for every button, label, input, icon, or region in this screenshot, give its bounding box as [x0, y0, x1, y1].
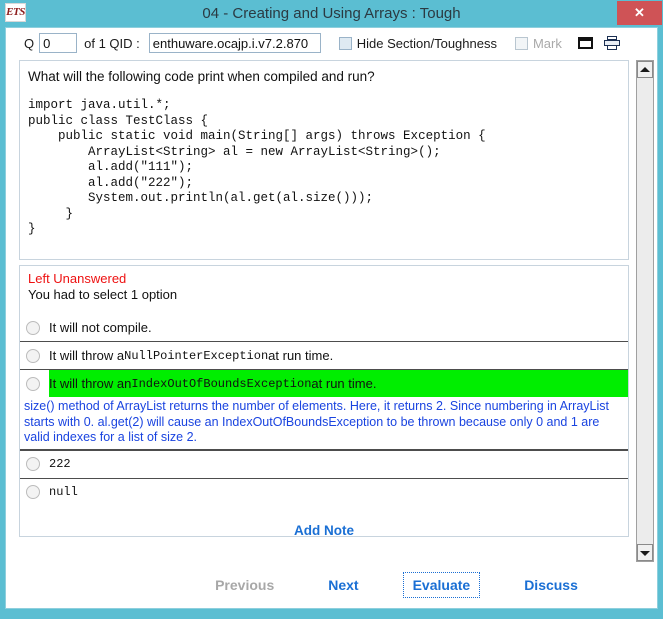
printer-icon[interactable]: [604, 36, 620, 51]
option-radio[interactable]: [26, 349, 40, 363]
option-row[interactable]: It will throw a NullPointerException at …: [20, 341, 628, 369]
navigation-bar: Previous Next Evaluate Discuss: [6, 562, 657, 608]
option-radio[interactable]: [26, 485, 40, 499]
checkbox-box[interactable]: [339, 37, 352, 50]
checkbox-box[interactable]: [515, 37, 528, 50]
option-label: 222: [49, 451, 628, 478]
options-list: It will not compile.It will throw a Null…: [20, 314, 628, 506]
client-area: Q of 1 QID : Hide Section/Toughness Mark: [5, 27, 658, 609]
option-label: null: [49, 479, 628, 506]
option-row[interactable]: It will throw an IndexOutOfBoundsExcepti…: [20, 369, 628, 397]
question-toolbar: Q of 1 QID : Hide Section/Toughness Mark: [6, 28, 657, 58]
status-badge: Left Unanswered: [28, 271, 620, 286]
result-status: Left Unanswered You had to select 1 opti…: [20, 266, 628, 314]
content-region: What will the following code print when …: [6, 58, 657, 608]
add-note-row: Add Note: [20, 506, 628, 550]
scroll-down-arrow-icon[interactable]: [637, 544, 653, 561]
application-window: ETS 04 - Creating and Using Arrays : Tou…: [0, 0, 663, 619]
printer-output: [607, 45, 617, 50]
code-snippet: import java.util.*; public class TestCla…: [28, 98, 618, 238]
question-number-input[interactable]: [39, 33, 77, 53]
window-title: 04 - Creating and Using Arrays : Tough: [0, 0, 663, 27]
option-row[interactable]: It will not compile.: [20, 314, 628, 341]
mark-checkbox[interactable]: Mark: [515, 36, 562, 51]
mark-label: Mark: [533, 36, 562, 51]
option-label: It will throw a NullPointerException at …: [49, 342, 628, 369]
window-icon[interactable]: [578, 37, 593, 49]
add-note-link[interactable]: Add Note: [294, 523, 354, 538]
option-radio[interactable]: [26, 321, 40, 335]
question-prompt: What will the following code print when …: [28, 69, 618, 84]
next-button[interactable]: Next: [318, 572, 368, 598]
option-code-term: NullPointerException: [124, 349, 268, 363]
hide-section-toughness-label: Hide Section/Toughness: [357, 36, 497, 51]
arrow-up-glyph: [640, 67, 650, 72]
question-panel: What will the following code print when …: [19, 60, 629, 260]
previous-button[interactable]: Previous: [205, 572, 284, 598]
qid-input[interactable]: [149, 33, 321, 53]
hide-section-toughness-checkbox[interactable]: Hide Section/Toughness: [339, 36, 497, 51]
option-code-term: IndexOutOfBoundsException: [131, 377, 311, 391]
title-bar: ETS 04 - Creating and Using Arrays : Tou…: [0, 0, 663, 27]
panels-container: What will the following code print when …: [19, 60, 629, 562]
option-row[interactable]: 222: [20, 450, 628, 478]
answers-panel: Left Unanswered You had to select 1 opti…: [19, 265, 629, 537]
of-total-label: of 1 QID :: [84, 36, 140, 51]
arrow-down-glyph: [640, 551, 650, 556]
vertical-scrollbar[interactable]: [636, 60, 654, 562]
evaluate-button[interactable]: Evaluate: [403, 572, 481, 598]
option-label: It will throw an IndexOutOfBoundsExcepti…: [49, 370, 628, 397]
option-row[interactable]: null: [20, 478, 628, 506]
status-instruction: You had to select 1 option: [28, 287, 620, 302]
scroll-up-arrow-icon[interactable]: [637, 61, 653, 78]
option-radio[interactable]: [26, 457, 40, 471]
discuss-button[interactable]: Discuss: [514, 572, 588, 598]
answer-explanation: size() method of ArrayList returns the n…: [20, 397, 628, 450]
q-label: Q: [24, 36, 34, 51]
option-radio[interactable]: [26, 377, 40, 391]
option-label: It will not compile.: [49, 314, 628, 341]
close-button[interactable]: ✕: [617, 1, 662, 25]
